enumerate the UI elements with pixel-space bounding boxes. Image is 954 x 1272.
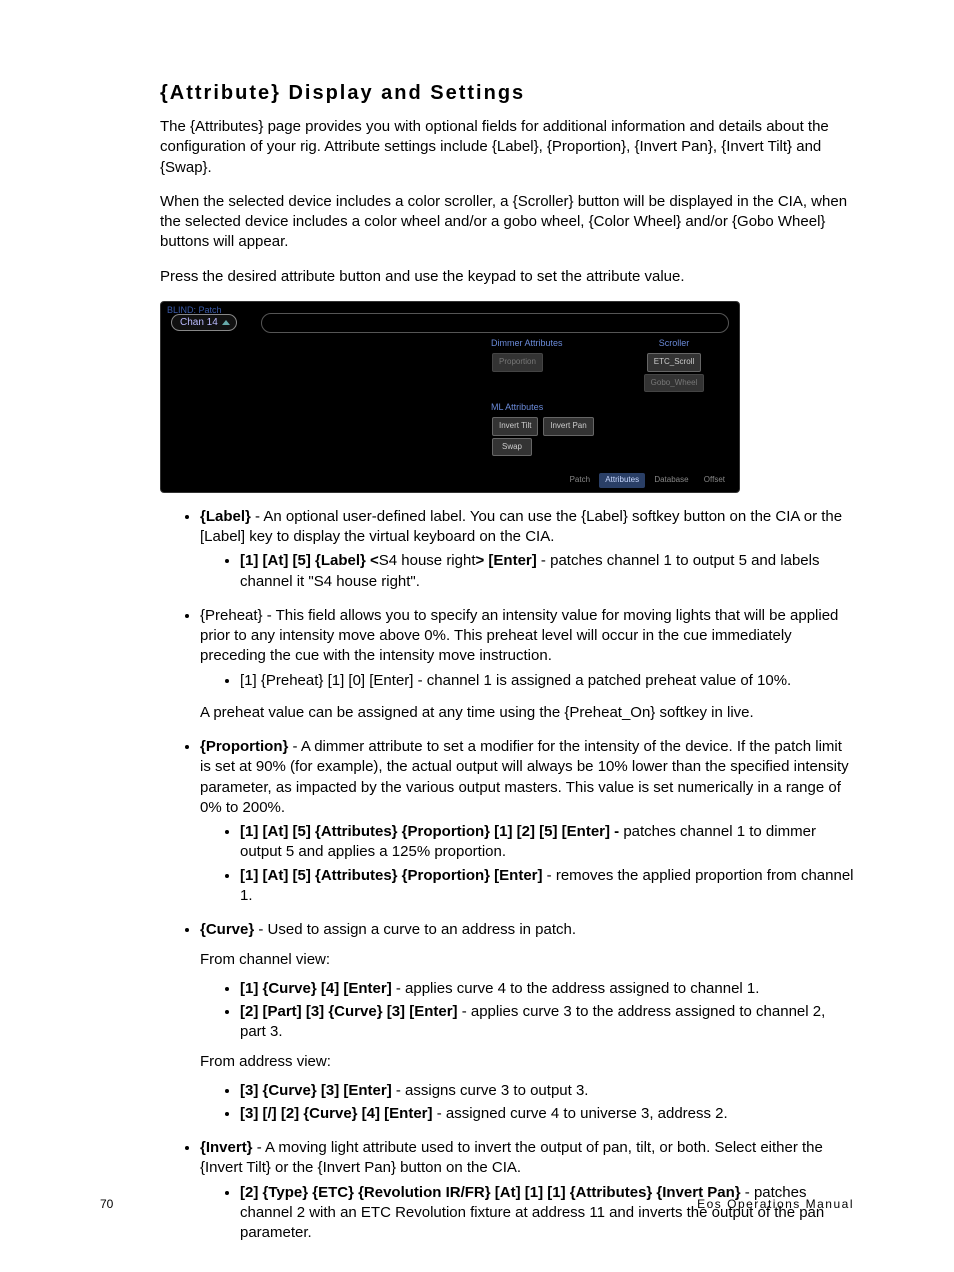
- scroller-section-label: Scroller: [619, 337, 729, 349]
- curve-address-view-label: From address view:: [200, 1052, 854, 1072]
- manual-title: Eos Operations Manual: [697, 1196, 854, 1212]
- tab-offset: Offset: [698, 473, 731, 488]
- dimmer-attributes-label: Dimmer Attributes: [491, 337, 591, 349]
- section-heading: {Attribute} Display and Settings: [160, 80, 854, 107]
- invert-body: - A moving light attribute used to inver…: [200, 1139, 823, 1176]
- intro-para-1: The {Attributes} page provides you with …: [160, 117, 854, 178]
- curve-lead: {Curve}: [200, 921, 254, 938]
- screenshot-figure: BLIND: Patch Chan 14 Dimmer Attributes P…: [160, 301, 740, 493]
- tab-attributes: Attributes: [599, 473, 645, 488]
- curve-example-3: [3] {Curve} [3] [Enter] - assigns curve …: [240, 1081, 854, 1101]
- label-ex-bold1: [1] [At] [5] {Label} <: [240, 552, 379, 569]
- invert-tilt-button: Invert Tilt: [492, 417, 538, 436]
- prop-ex2-bold: [1] [At] [5] {Attributes} {Proportion} […: [240, 867, 543, 884]
- curve-ex4-tail: - assigned curve 4 to universe 3, addres…: [433, 1105, 728, 1122]
- curve-ex2-bold: [2] [Part] [3] {Curve} [3] [Enter]: [240, 1003, 458, 1020]
- invert-pan-button: Invert Pan: [543, 417, 593, 436]
- proportion-example-1: [1] [At] [5] {Attributes} {Proportion} […: [240, 822, 854, 863]
- intro-para-3: Press the desired attribute button and u…: [160, 267, 854, 287]
- page-number: 70: [100, 1196, 113, 1212]
- tab-database: Database: [648, 473, 694, 488]
- prop-ex1-bold: [1] [At] [5] {Attributes} {Proportion} […: [240, 823, 623, 840]
- curve-ex3-bold: [3] {Curve} [3] [Enter]: [240, 1082, 392, 1099]
- label-ex-bold2: > [Enter]: [476, 552, 537, 569]
- invert-lead: {Invert}: [200, 1139, 253, 1156]
- preheat-example: [1] {Preheat} [1] [0] [Enter] - channel …: [240, 671, 854, 691]
- proportion-example-2: [1] [At] [5] {Attributes} {Proportion} […: [240, 866, 854, 907]
- curve-item: {Curve} - Used to assign a curve to an a…: [200, 920, 854, 1124]
- curve-ex1-tail: - applies curve 4 to the address assigne…: [392, 980, 760, 997]
- invert-item: {Invert} - A moving light attribute used…: [200, 1138, 854, 1243]
- curve-ex3-tail: - assigns curve 3 to output 3.: [392, 1082, 589, 1099]
- proportion-body: - A dimmer attribute to set a modifier f…: [200, 738, 849, 816]
- preheat-note: A preheat value can be assigned at any t…: [200, 703, 854, 723]
- label-ex-mid: S4 house right: [379, 552, 476, 569]
- gobo-wheel-button: Gobo_Wheel: [644, 374, 705, 393]
- etc-scroll-button: ETC_Scroll: [647, 353, 701, 372]
- label-body: - An optional user-defined label. You ca…: [200, 508, 842, 545]
- proportion-lead: {Proportion}: [200, 738, 288, 755]
- header-outline: [261, 313, 729, 333]
- invert-example: [2] {Type} {ETC} {Revolution IR/FR} [At]…: [240, 1183, 854, 1244]
- proportion-button: Proportion: [492, 353, 543, 372]
- label-example: [1] [At] [5] {Label} <S4 house right> [E…: [240, 551, 854, 592]
- label-item: {Label} - An optional user-defined label…: [200, 507, 854, 592]
- curve-example-4: [3] [/] [2] {Curve} [4] [Enter] - assign…: [240, 1104, 854, 1124]
- preheat-item: {Preheat} - This field allows you to spe…: [200, 606, 854, 723]
- curve-body: - Used to assign a curve to an address i…: [254, 921, 576, 938]
- intro-para-2: When the selected device includes a colo…: [160, 192, 854, 253]
- ml-attributes-label: ML Attributes: [491, 401, 591, 413]
- tab-bar: Patch Attributes Database Offset: [563, 473, 731, 488]
- preheat-body: {Preheat} - This field allows you to spe…: [200, 607, 838, 665]
- curve-example-2: [2] [Part] [3] {Curve} [3] [Enter] - app…: [240, 1002, 854, 1043]
- curve-example-1: [1] {Curve} [4] [Enter] - applies curve …: [240, 979, 854, 999]
- curve-ex4-bold: [3] [/] [2] {Curve} [4] [Enter]: [240, 1105, 433, 1122]
- proportion-item: {Proportion} - A dimmer attribute to set…: [200, 737, 854, 906]
- curve-channel-view-label: From channel view:: [200, 950, 854, 970]
- tab-patch: Patch: [564, 473, 596, 488]
- channel-pill: Chan 14: [171, 314, 237, 332]
- label-lead: {Label}: [200, 508, 251, 525]
- swap-button: Swap: [492, 438, 532, 457]
- curve-ex1-bold: [1] {Curve} [4] [Enter]: [240, 980, 392, 997]
